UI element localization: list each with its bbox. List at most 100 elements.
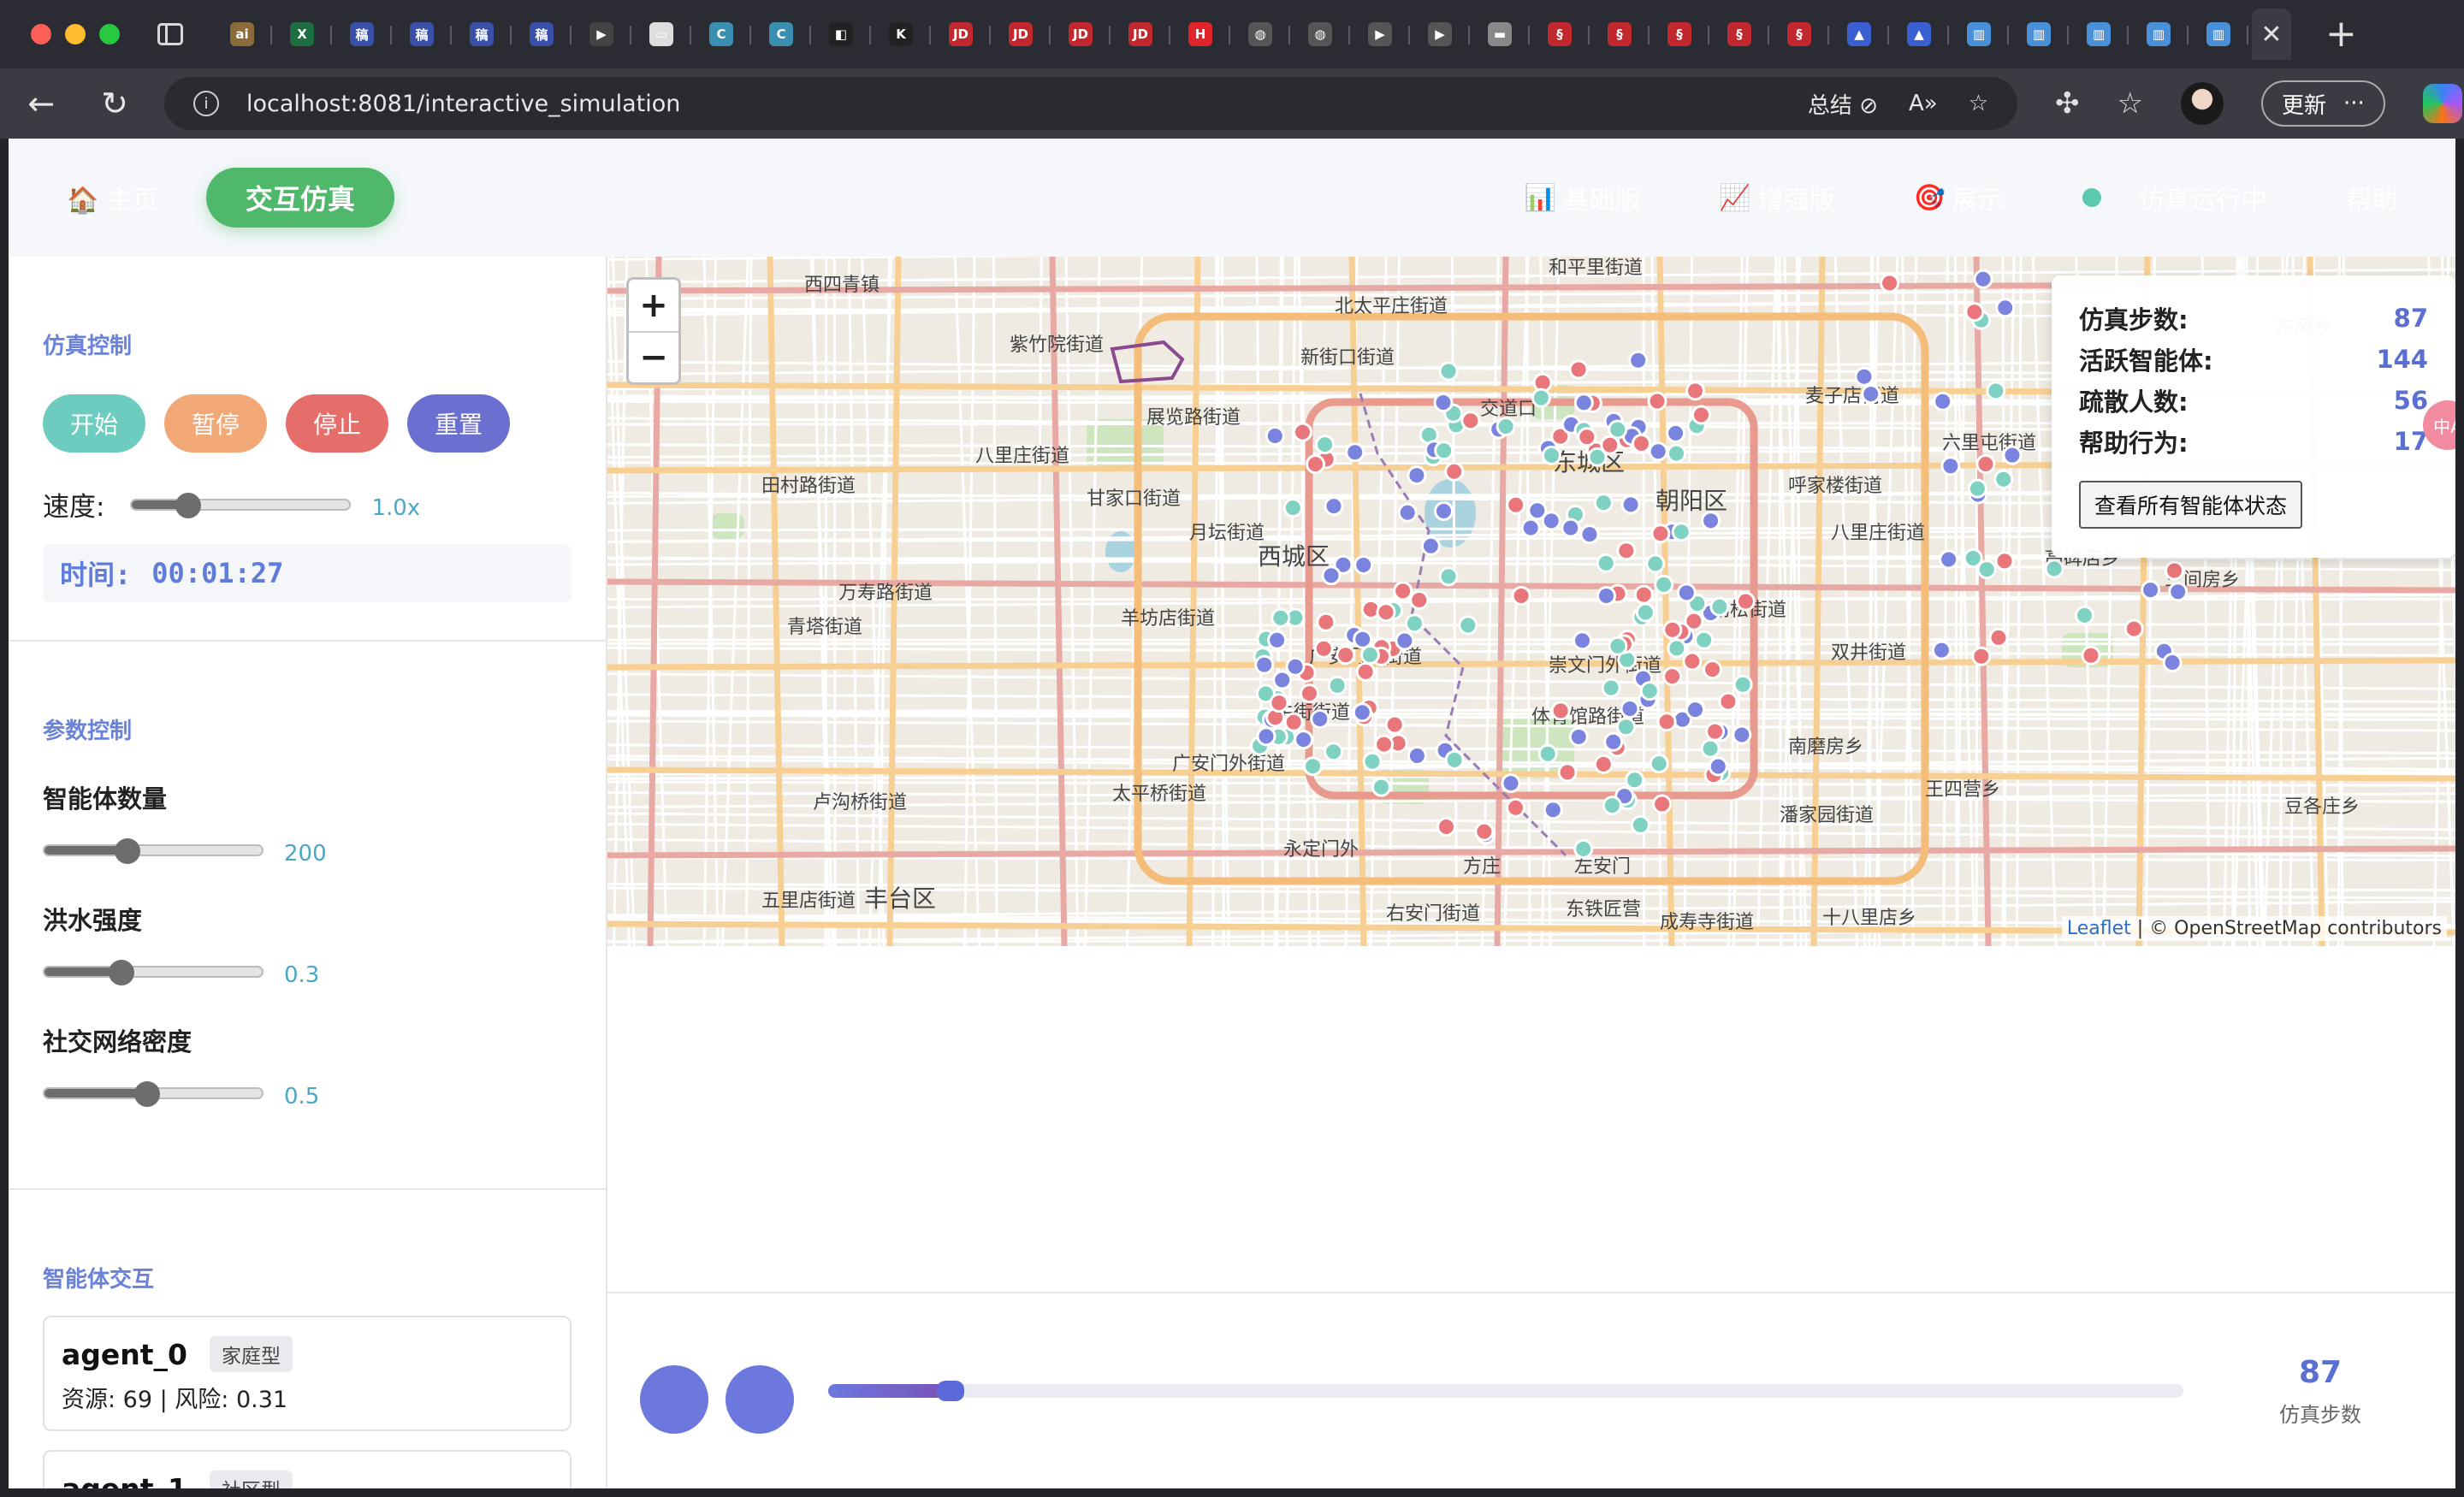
browser-tab[interactable]: ▶ <box>1410 10 1470 58</box>
browser-tab[interactable]: 稿 <box>392 10 452 58</box>
read-aloud-icon[interactable]: A» <box>1909 91 1938 116</box>
browser-tab[interactable]: ▲ <box>1889 10 1949 58</box>
agent-card[interactable]: agent_0 家庭型 资源: 69 | 风险: 0.31 <box>43 1316 572 1431</box>
browser-tab[interactable]: 稿 <box>332 10 392 58</box>
param-slider[interactable] <box>43 960 264 985</box>
agent-marker <box>1620 494 1641 515</box>
pause-button[interactable]: 暂停 <box>164 394 268 453</box>
step-control-button[interactable] <box>726 1365 794 1434</box>
speed-slider-handle[interactable] <box>175 492 201 518</box>
map-place-label: 新街口街道 <box>1300 347 1395 369</box>
browser-tab[interactable]: ◍ <box>1230 10 1290 58</box>
active-tab-close-icon[interactable]: ✕ <box>2252 9 2291 60</box>
leaflet-link[interactable]: Leaflet <box>2067 918 2131 939</box>
browser-tab[interactable]: C <box>691 10 751 58</box>
speed-slider[interactable] <box>130 492 352 518</box>
agent-marker <box>1963 548 1983 568</box>
browser-tab[interactable]: ▶ <box>572 10 631 58</box>
start-button[interactable]: 开始 <box>43 394 146 453</box>
browser-tab[interactable]: ▥ <box>2189 10 2248 58</box>
map-place-label: 八里庄街道 <box>1831 523 1925 544</box>
favorites-icon[interactable]: ☆ <box>2118 86 2143 121</box>
simulation-map[interactable]: 西城区 东城区 朝阳区 丰台区 南磨房乡 高碑店乡 三间房乡 十八里店乡 王四营乡 豆各庄乡 西四青… <box>607 257 2455 946</box>
progress-handle[interactable] <box>936 1381 964 1401</box>
browser-tab[interactable]: ◧ <box>811 10 871 58</box>
browser-tab[interactable]: H <box>1170 10 1230 58</box>
param-slider[interactable] <box>43 838 264 864</box>
browser-tab[interactable]: § <box>1769 10 1829 58</box>
nav-demo-link[interactable]: 🎯 展示 <box>1914 179 2004 216</box>
simulation-progress-bar[interactable] <box>828 1381 2183 1401</box>
nav-enhanced-link[interactable]: 📈 增强版 <box>1719 179 1834 216</box>
stat-value: 56 <box>2393 386 2428 415</box>
profile-avatar[interactable] <box>2180 82 2224 125</box>
reset-button[interactable]: 重置 <box>407 394 511 453</box>
favorite-star-icon[interactable]: ☆ <box>1969 91 1988 116</box>
browser-tab[interactable]: JD <box>931 10 991 58</box>
browser-tab[interactable]: 稿 <box>512 10 572 58</box>
browser-tab[interactable]: § <box>1709 10 1769 58</box>
statistics-panel: 仿真步数: 87 活跃智能体: 144 疏散人数: 56 帮助行为: 17 查看所有智能体状态 <box>2052 275 2455 558</box>
nav-interactive-simulation[interactable]: 交互仿真 <box>205 168 394 228</box>
param-slider-handle[interactable] <box>133 1081 160 1107</box>
browser-tab[interactable]: ◍ <box>1290 10 1350 58</box>
nav-help-link[interactable]: 帮助 <box>2346 179 2397 216</box>
summary-label: 总结 <box>1807 92 1852 119</box>
browser-tab[interactable]: 稿 <box>452 10 512 58</box>
stop-button[interactable]: 停止 <box>286 394 389 453</box>
update-button[interactable]: 更新 ··· <box>2260 80 2385 127</box>
close-window-button[interactable] <box>31 24 51 44</box>
browser-tab[interactable]: JD <box>1111 10 1170 58</box>
browser-tab[interactable]: ▲ <box>1829 10 1889 58</box>
slider-fill <box>44 1089 143 1098</box>
browser-tab[interactable]: C <box>751 10 811 58</box>
agent-marker <box>1632 434 1651 453</box>
browser-tab[interactable]: ▥ <box>2069 10 2129 58</box>
browser-tab[interactable]: JD <box>991 10 1051 58</box>
browser-tab[interactable]: ▬ <box>1470 10 1530 58</box>
map-place-label: 十八里店乡 <box>1822 908 1916 929</box>
browser-tab[interactable]: ▥ <box>2009 10 2069 58</box>
browser-tab[interactable]: ▥ <box>1949 10 2009 58</box>
tab-favicon-icon: C <box>709 22 733 46</box>
browser-tab[interactable]: § <box>1650 10 1709 58</box>
view-all-agents-button[interactable]: 查看所有智能体状态 <box>2079 481 2303 529</box>
agent-marker <box>1374 734 1395 754</box>
zoom-in-button[interactable]: + <box>629 280 678 331</box>
agent-card[interactable]: agent_1社区型资源: 13 | 风险: 0.76 <box>43 1450 572 1488</box>
nav-basic-link[interactable]: 📊 基础版 <box>1525 179 1640 216</box>
reload-icon[interactable]: ↻ <box>91 85 139 122</box>
browser-tab[interactable]: § <box>1530 10 1590 58</box>
sidebar-toggle-icon[interactable] <box>157 23 183 45</box>
tab-favicon-icon: K <box>889 22 913 46</box>
browser-tab[interactable]: ai <box>212 10 272 58</box>
browser-tab[interactable]: ▭ <box>631 10 691 58</box>
zoom-out-button[interactable]: − <box>629 331 678 382</box>
param-slider-handle[interactable] <box>109 960 135 985</box>
browser-tab[interactable]: ▶ <box>1350 10 1410 58</box>
minimize-window-button[interactable] <box>65 24 86 44</box>
new-tab-icon[interactable]: + <box>2325 15 2357 53</box>
browser-tab[interactable]: § <box>1590 10 1650 58</box>
browser-tab[interactable]: ▥ <box>2129 10 2189 58</box>
agent-marker <box>1662 666 1683 687</box>
tab-favicon-icon: ▥ <box>1967 22 1991 46</box>
maximize-window-button[interactable] <box>99 24 120 44</box>
tab-favicon-icon: JD <box>1009 22 1033 46</box>
browser-tab[interactable]: K <box>871 10 931 58</box>
back-icon[interactable]: ← <box>17 85 65 122</box>
play-control-button[interactable] <box>640 1365 708 1434</box>
param-slider-handle[interactable] <box>115 838 141 864</box>
agent-marker <box>1353 555 1374 575</box>
param-slider[interactable] <box>43 1081 264 1107</box>
copilot-icon[interactable] <box>2422 84 2462 123</box>
summary-button[interactable]: 总结 ⊘ <box>1808 88 1878 120</box>
address-bar[interactable]: i localhost:8081/interactive_simulation … <box>164 77 2017 130</box>
time-label: 时间: <box>60 559 132 591</box>
site-info-icon[interactable]: i <box>193 91 219 116</box>
step-count-label: 仿真步数 <box>2279 1403 2361 1427</box>
nav-home-link[interactable]: 🏠 主页 <box>67 179 158 216</box>
browser-tab[interactable]: JD <box>1051 10 1111 58</box>
browser-tab[interactable]: X <box>272 10 332 58</box>
extensions-icon[interactable]: ✣ <box>2055 86 2080 121</box>
